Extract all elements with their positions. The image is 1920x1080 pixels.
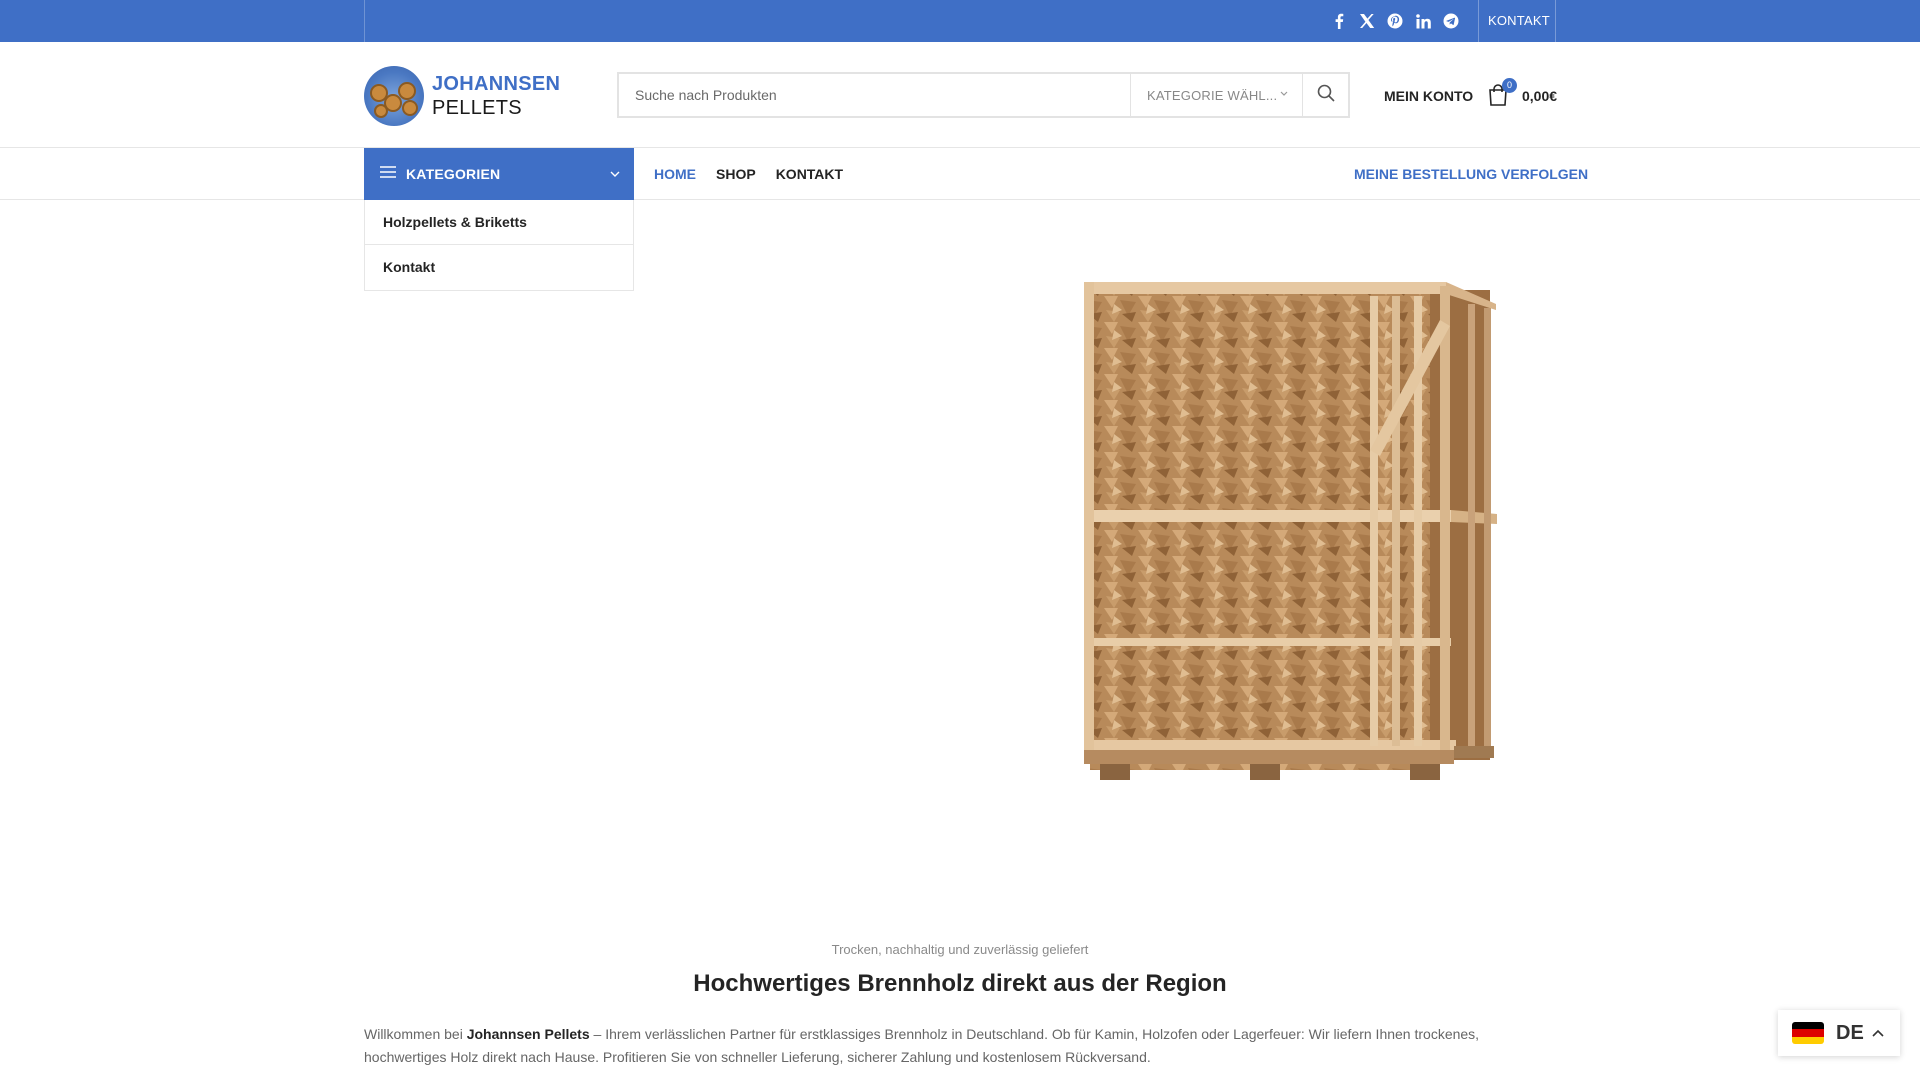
cart-count-badge: 0 [1502, 78, 1517, 93]
main-navigation: KATEGORIEN HOME SHOP KONTAKT MEINE BESTE… [0, 148, 1920, 200]
hamburger-icon [380, 165, 396, 183]
language-switcher[interactable]: DE [1778, 1010, 1900, 1056]
page: KONTAKT JOHANNSEN PELLETS KATEGORIE WÄHL… [0, 0, 1920, 1080]
top-bar-divider [364, 0, 365, 42]
chevron-down-icon [1280, 89, 1288, 100]
logo-text: JOHANNSEN PELLETS [432, 72, 560, 120]
x-icon[interactable] [1358, 12, 1376, 30]
linkedin-icon[interactable] [1414, 12, 1432, 30]
intro-paragraph: Willkommen bei Johannsen Pellets – Ihrem… [364, 1023, 1556, 1069]
my-account-link[interactable]: MEIN KONTO [1384, 84, 1473, 108]
top-contact-link[interactable]: KONTAKT [1488, 0, 1550, 42]
top-bar-divider [1555, 0, 1556, 42]
top-bar-divider [1478, 0, 1479, 42]
pinterest-icon[interactable] [1386, 12, 1404, 30]
intro-brand: Johannsen Pellets [466, 1026, 590, 1042]
category-item-pellets[interactable]: Holzpellets & Briketts [365, 200, 633, 245]
menu-item-home[interactable]: HOME [654, 166, 696, 182]
shopping-bag-icon: 0 [1488, 78, 1517, 108]
hero-title: Hochwertiges Brennholz direkt aus der Re… [693, 970, 1227, 997]
chevron-up-icon [1872, 1024, 1884, 1042]
german-flag-icon [1792, 1022, 1824, 1044]
search-bar: KATEGORIE WÄHL... [617, 72, 1350, 118]
chevron-down-icon [610, 165, 620, 183]
social-links [1330, 0, 1460, 42]
facebook-icon[interactable] [1330, 12, 1348, 30]
menu-item-shop[interactable]: SHOP [716, 166, 756, 182]
menu: HOME SHOP KONTAKT [654, 148, 843, 200]
logo-line-1: JOHANNSEN [432, 73, 561, 95]
category-select-label: KATEGORIE WÄHL... [1147, 87, 1278, 103]
intro-prefix: Willkommen bei [364, 1026, 467, 1042]
site-logo[interactable]: JOHANNSEN PELLETS [364, 66, 564, 126]
category-item-kontakt[interactable]: Kontakt [365, 245, 633, 290]
hero-subtitle: Trocken, nachhaltig und zuverlässig geli… [831, 942, 1089, 957]
hero-image-firewood-crate [1070, 270, 1510, 790]
category-select[interactable]: KATEGORIE WÄHL... [1130, 74, 1302, 116]
search-input[interactable] [619, 74, 1130, 116]
category-menu: Holzpellets & Briketts Kontakt [364, 200, 634, 291]
logo-line-2: PELLETS [432, 97, 522, 119]
site-header: JOHANNSEN PELLETS KATEGORIE WÄHL... MEIN… [0, 42, 1920, 148]
categories-label: KATEGORIEN [406, 166, 501, 182]
cart-total: 0,00€ [1522, 88, 1558, 104]
cart-button[interactable]: 0 0,00€ [1488, 78, 1558, 112]
categories-toggle[interactable]: KATEGORIEN [364, 148, 634, 200]
logo-mark [364, 66, 424, 126]
telegram-icon[interactable] [1442, 12, 1460, 30]
language-code: DE [1836, 1021, 1864, 1044]
top-bar: KONTAKT [0, 0, 1920, 42]
search-button[interactable] [1302, 74, 1348, 116]
menu-item-kontakt[interactable]: KONTAKT [776, 166, 843, 182]
track-order-link[interactable]: MEINE BESTELLUNG VERFOLGEN [1354, 148, 1588, 200]
search-icon [1317, 84, 1335, 107]
